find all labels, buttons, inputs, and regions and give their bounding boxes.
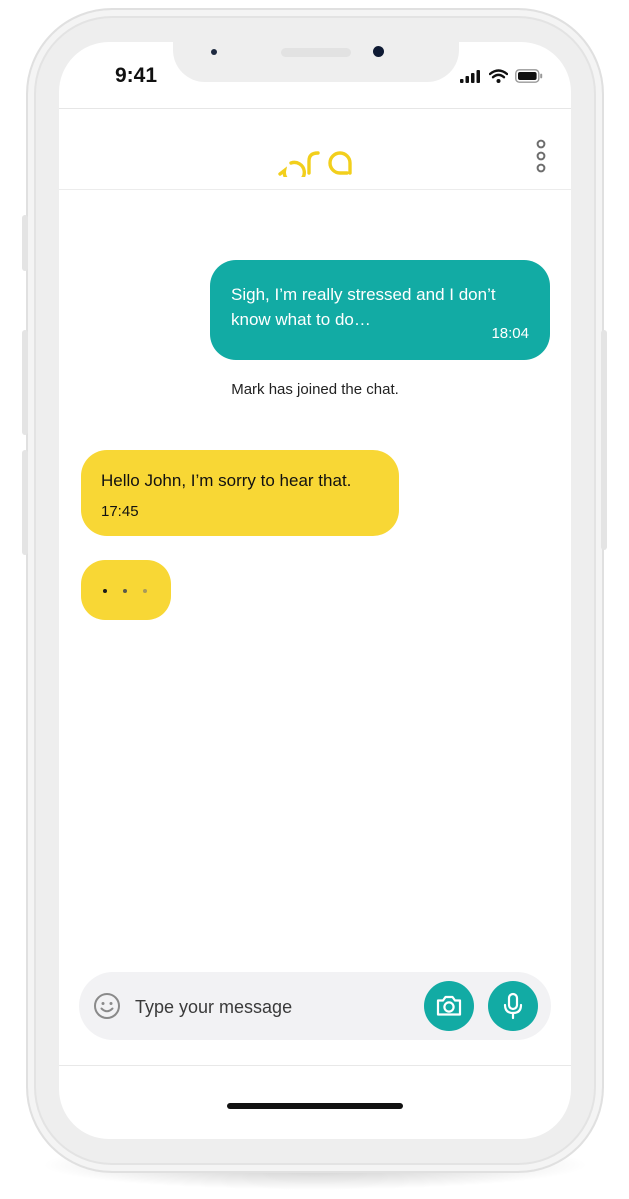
incoming-message-time: 17:45: [101, 503, 139, 520]
outgoing-message-text: Sigh, I’m really stressed and I don’t kn…: [231, 285, 496, 329]
typing-dot: [143, 589, 147, 593]
typing-dot: [123, 589, 127, 593]
camera-icon: [436, 995, 462, 1016]
outgoing-message-bubble[interactable]: Sigh, I’m really stressed and I don’t kn…: [210, 260, 550, 360]
system-message: Mark has joined the chat.: [231, 381, 399, 398]
incoming-message-bubble[interactable]: Hello John, I’m sorry to hear that. 17:4…: [81, 450, 399, 536]
front-camera-icon: [373, 46, 384, 57]
side-button-right: [601, 330, 607, 550]
status-bar-time: 9:41: [115, 64, 158, 87]
phone-screen: 9:41 ora Si: [59, 42, 571, 1139]
side-button-left-2: [22, 330, 28, 435]
battery-icon: [515, 69, 543, 83]
cellular-signal-icon: [460, 70, 480, 83]
side-button-left-3: [22, 450, 28, 555]
status-bar-icons: [460, 69, 543, 83]
more-vertical-icon[interactable]: [533, 139, 549, 173]
typing-dots-icon: [103, 589, 107, 593]
microphone-button[interactable]: [488, 981, 538, 1031]
chat-header: ora: [59, 108, 571, 190]
microphone-icon: [503, 992, 523, 1020]
earpiece-speaker: [281, 48, 351, 57]
ora-logo: ora: [278, 151, 352, 177]
incoming-message-text: Hello John, I’m sorry to hear that.: [101, 471, 352, 490]
wifi-icon: [489, 69, 508, 83]
front-sensor-icon: [211, 49, 217, 55]
bottom-divider: [59, 1065, 571, 1066]
home-indicator[interactable]: [227, 1103, 403, 1109]
side-button-left-1: [22, 215, 28, 271]
message-composer: [79, 972, 551, 1040]
message-input[interactable]: [133, 991, 407, 1023]
notch: [173, 42, 459, 82]
outgoing-message-time: 18:04: [491, 325, 529, 342]
smiley-icon[interactable]: [93, 992, 121, 1020]
typing-indicator: [81, 560, 171, 620]
camera-button[interactable]: [424, 981, 474, 1031]
